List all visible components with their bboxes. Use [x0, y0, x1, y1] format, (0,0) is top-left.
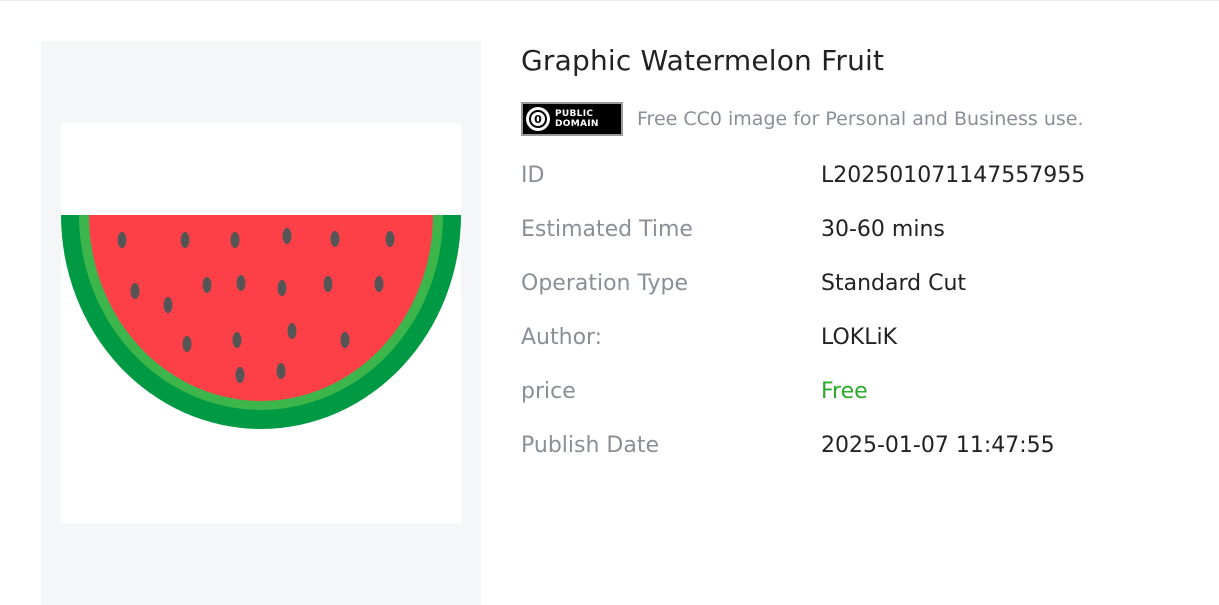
meta-row-id: ID L202501071147557955 [521, 148, 1201, 202]
meta-row-price: price Free [521, 364, 1201, 418]
watermelon-slice-graphic [61, 215, 461, 429]
meta-row-operation-type: Operation Type Standard Cut [521, 256, 1201, 310]
seed [330, 231, 340, 247]
seed [276, 363, 286, 379]
price-label: price [521, 378, 576, 404]
watermelon-image[interactable] [61, 123, 461, 523]
image-preview-panel [41, 41, 481, 605]
author-label: Author: [521, 324, 603, 350]
seed [235, 367, 245, 383]
public-domain-badge[interactable]: 0 PUBLIC DOMAIN [521, 102, 623, 136]
seed [374, 276, 384, 292]
seed [232, 332, 242, 348]
price-value: Free [821, 378, 868, 404]
seed [277, 280, 287, 296]
seed [163, 297, 173, 313]
seed [236, 275, 246, 291]
badge-line-public: PUBLIC [555, 109, 594, 119]
seed [117, 232, 127, 248]
seed [385, 231, 395, 247]
operation-type-label: Operation Type [521, 270, 689, 296]
meta-row-publish-date: Publish Date 2025-01-07 11:47:55 [521, 418, 1201, 472]
seed [323, 276, 333, 292]
estimated-time-label: Estimated Time [521, 216, 693, 242]
meta-row-author: Author: LOKLiK [521, 310, 1201, 364]
license-description: Free CC0 image for Personal and Business… [637, 108, 1084, 130]
seed [182, 336, 192, 352]
publish-date-label: Publish Date [521, 432, 659, 458]
license-row: 0 PUBLIC DOMAIN Free CC0 image for Perso… [521, 101, 1084, 137]
seed [340, 332, 350, 348]
seed [282, 228, 292, 244]
author-value[interactable]: LOKLiK [821, 325, 897, 350]
public-domain-badge-text: PUBLIC DOMAIN [555, 109, 599, 129]
seed [202, 277, 212, 293]
operation-type-value: Standard Cut [821, 270, 967, 296]
product-title: Graphic Watermelon Fruit [521, 44, 885, 77]
seed [287, 323, 297, 339]
metadata-list: ID L202501071147557955 Estimated Time 30… [521, 148, 1201, 472]
seed [180, 232, 190, 248]
product-info: Graphic Watermelon Fruit 0 PUBLIC DOMAIN… [521, 40, 1201, 458]
id-value: L202501071147557955 [821, 162, 1086, 188]
zero-symbol: 0 [529, 110, 547, 128]
estimated-time-value: 30-60 mins [821, 216, 945, 242]
public-domain-icon: 0 [526, 107, 550, 131]
meta-row-estimated-time: Estimated Time 30-60 mins [521, 202, 1201, 256]
seed [230, 232, 240, 248]
seed [130, 283, 140, 299]
top-divider [0, 0, 1219, 1]
badge-line-domain: DOMAIN [555, 119, 599, 129]
id-label: ID [521, 162, 545, 188]
publish-date-value: 2025-01-07 11:47:55 [821, 432, 1055, 458]
